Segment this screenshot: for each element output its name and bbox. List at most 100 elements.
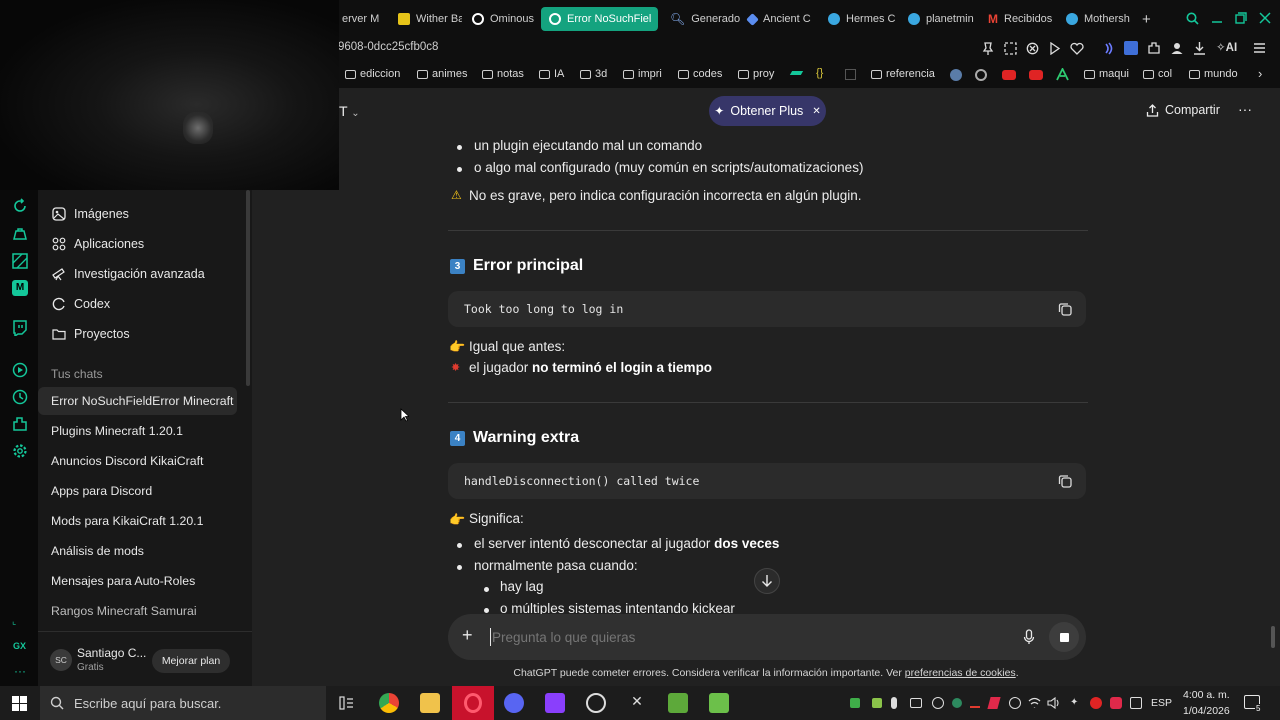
minecraft-icon[interactable] bbox=[709, 693, 729, 713]
close-window-icon[interactable] bbox=[1259, 12, 1271, 24]
bookmark-folder[interactable]: maqui bbox=[1084, 68, 1129, 80]
translate-icon[interactable] bbox=[1124, 41, 1138, 55]
tray-icon[interactable] bbox=[1110, 697, 1122, 709]
close-icon[interactable]: ✕ bbox=[812, 106, 820, 117]
bookmark-folder[interactable]: mundo bbox=[1189, 68, 1238, 80]
chat-item[interactable]: Plugins Minecraft 1.20.1 bbox=[38, 417, 237, 445]
tab-6[interactable]: Hermes C bbox=[820, 7, 900, 31]
microphone-tray-icon[interactable] bbox=[891, 697, 897, 709]
taskbar-app-active[interactable] bbox=[452, 686, 494, 720]
bookmark-folder[interactable]: proy bbox=[738, 68, 774, 80]
history-icon[interactable] bbox=[12, 389, 28, 405]
volume-icon[interactable] bbox=[1047, 697, 1061, 709]
tab-active-error[interactable]: Error NoSuchFiel bbox=[541, 7, 658, 31]
task-view-icon[interactable] bbox=[339, 696, 354, 710]
stop-button[interactable] bbox=[1049, 622, 1079, 652]
maximize-icon[interactable] bbox=[1235, 12, 1247, 24]
upgrade-plan-button[interactable]: Mejorar plan bbox=[152, 649, 230, 673]
block-icon[interactable] bbox=[1026, 42, 1039, 55]
sidebar-toggle-icon[interactable]: ⌞ bbox=[12, 616, 16, 627]
tray-icon[interactable] bbox=[850, 698, 860, 708]
tray-icon[interactable] bbox=[872, 698, 882, 708]
chat-item[interactable]: Análisis de mods bbox=[38, 537, 237, 565]
bookmark-folder[interactable]: ediccion bbox=[345, 68, 400, 80]
clock-time[interactable]: 4:00 a. m. bbox=[1183, 689, 1230, 701]
messenger-icon[interactable]: M bbox=[12, 280, 28, 296]
bookmark-folder[interactable]: animes bbox=[417, 68, 467, 80]
extensions-icon[interactable] bbox=[1147, 41, 1161, 55]
search-icon[interactable] bbox=[1186, 12, 1199, 25]
tray-icon[interactable]: ✦ bbox=[1070, 697, 1082, 709]
more-bookmarks-icon[interactable]: › bbox=[1258, 66, 1262, 81]
pattern-icon[interactable] bbox=[12, 253, 28, 269]
attach-plus-icon[interactable]: + bbox=[462, 626, 473, 644]
tab-9[interactable]: Mothersh bbox=[1058, 7, 1134, 31]
cookie-preferences-link[interactable]: preferencias de cookies bbox=[905, 667, 1016, 679]
prompt-input[interactable] bbox=[492, 626, 972, 648]
refresh-icon[interactable] bbox=[12, 198, 28, 214]
chat-item[interactable]: Mods para KikaiCraft 1.20.1 bbox=[38, 507, 237, 535]
new-tab-button[interactable]: + bbox=[1134, 7, 1154, 31]
ai-button[interactable]: ✧AI bbox=[1216, 40, 1237, 54]
model-selector[interactable]: T ⌄ bbox=[339, 103, 360, 119]
more-icon[interactable]: ··· bbox=[14, 664, 26, 678]
tray-icon[interactable] bbox=[910, 698, 922, 708]
snapshot-icon[interactable] bbox=[1004, 42, 1017, 55]
tray-icon[interactable] bbox=[1009, 697, 1021, 709]
share-button[interactable]: Compartir bbox=[1146, 103, 1220, 117]
clock-date[interactable]: 1/04/2026 bbox=[1183, 705, 1230, 717]
bookmark-folder[interactable]: IA bbox=[539, 68, 564, 80]
tab-4[interactable]: 🔍︎ Generado bbox=[662, 7, 740, 31]
tray-icon[interactable] bbox=[1090, 697, 1102, 709]
bookmark-folder[interactable]: notas bbox=[482, 68, 524, 80]
scroll-to-bottom-button[interactable] bbox=[754, 568, 780, 594]
player-icon[interactable] bbox=[12, 362, 28, 378]
braces-icon[interactable]: {} bbox=[816, 67, 823, 79]
tray-icon[interactable] bbox=[1130, 697, 1142, 709]
extensions-icon[interactable] bbox=[12, 416, 28, 432]
youtube-icon[interactable] bbox=[1002, 70, 1016, 80]
copy-icon[interactable] bbox=[1058, 474, 1072, 488]
minimize-icon[interactable] bbox=[1211, 12, 1223, 24]
user-name[interactable]: Santiago C... bbox=[77, 646, 146, 660]
tab-5[interactable]: Ancient C bbox=[740, 7, 820, 31]
tab-8[interactable]: M Recibidos bbox=[980, 7, 1058, 31]
bookmark-icon[interactable] bbox=[1056, 68, 1069, 81]
sidebar-item-projects[interactable]: Proyectos bbox=[52, 322, 130, 346]
taskbar-search[interactable]: Escribe aquí para buscar. bbox=[40, 686, 326, 720]
network-icon[interactable] bbox=[1028, 697, 1041, 709]
tray-icon[interactable] bbox=[952, 698, 962, 708]
bookmark-icon[interactable] bbox=[789, 71, 804, 75]
sidebar-item-images[interactable]: Imágenes bbox=[52, 202, 129, 226]
discord-icon[interactable] bbox=[504, 693, 524, 713]
copy-icon[interactable] bbox=[1058, 302, 1072, 316]
download-icon[interactable] bbox=[1193, 41, 1206, 55]
main-scrollbar[interactable] bbox=[1271, 626, 1275, 648]
settings-icon[interactable] bbox=[12, 443, 28, 459]
tray-icon[interactable] bbox=[970, 698, 980, 708]
app-icon[interactable]: ✕ bbox=[627, 693, 647, 713]
profile-icon[interactable] bbox=[1170, 41, 1184, 55]
sidebar-item-codex[interactable]: Codex bbox=[52, 292, 110, 316]
bookmark-folder[interactable]: codes bbox=[678, 68, 722, 80]
chat-item-active[interactable]: Error NoSuchFieldError Minecraft bbox=[38, 387, 237, 415]
sidebar-item-apps[interactable]: Aplicaciones bbox=[52, 232, 144, 256]
steam-icon[interactable] bbox=[950, 69, 962, 81]
tab-2[interactable]: Ominous bbox=[464, 7, 538, 31]
url-text[interactable]: 9608-0dcc25cfb0c8 bbox=[338, 41, 438, 53]
menu-icon[interactable] bbox=[1253, 42, 1266, 54]
youtube-icon[interactable] bbox=[1029, 70, 1043, 80]
sidebar-scrollbar[interactable] bbox=[246, 190, 250, 386]
minecraft-icon[interactable] bbox=[668, 693, 688, 713]
tab-1[interactable]: Wither Ba bbox=[390, 7, 462, 31]
sidebar-item-deep-research[interactable]: Investigación avanzada bbox=[52, 262, 205, 286]
bookmark-folder[interactable]: 3d bbox=[580, 68, 607, 80]
file-explorer-icon[interactable] bbox=[420, 693, 440, 713]
chrome-icon[interactable] bbox=[379, 693, 399, 713]
windows-start-icon[interactable] bbox=[12, 696, 27, 711]
pin-icon[interactable] bbox=[982, 42, 994, 56]
tab-0[interactable]: erver M bbox=[334, 7, 390, 31]
broadcast-icon[interactable] bbox=[1101, 42, 1115, 55]
bookmark-icon[interactable] bbox=[845, 69, 856, 80]
bookmark-folder[interactable]: referencia bbox=[871, 68, 935, 80]
